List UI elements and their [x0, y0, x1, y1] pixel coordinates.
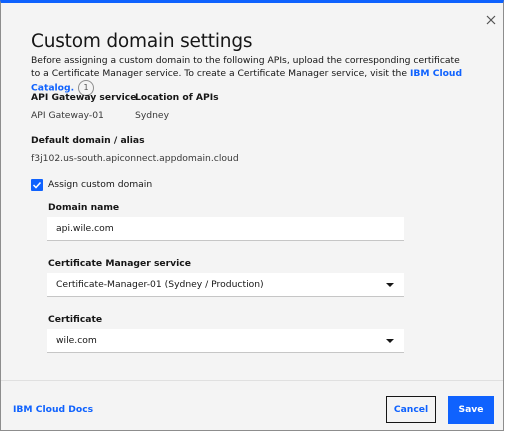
assign-custom-domain-checkbox[interactable]	[31, 179, 43, 191]
domain-name-label: Domain name	[48, 202, 120, 213]
save-button[interactable]: Save	[448, 396, 494, 424]
dialog-description: Before assigning a custom domain to the …	[31, 54, 471, 96]
dialog-footer: IBM Cloud Docs Cancel Save	[1, 380, 503, 430]
cert-manager-select[interactable]: Certificate-Manager-01 (Sydney / Product…	[47, 273, 404, 297]
close-icon[interactable]	[484, 14, 498, 28]
custom-domain-dialog: Custom domain settings Before assigning …	[0, 0, 504, 431]
chevron-down-icon	[386, 283, 394, 287]
default-domain-value: f3j102.us-south.apiconnect.appdomain.clo…	[31, 153, 239, 164]
certificate-value: wile.com	[56, 335, 97, 346]
location-value: Sydney	[135, 110, 170, 121]
assign-custom-domain-label[interactable]: Assign custom domain	[48, 179, 152, 190]
certificate-label: Certificate	[48, 314, 103, 325]
location-label: Location of APIs	[135, 92, 219, 103]
certificate-select[interactable]: wile.com	[47, 329, 404, 353]
chevron-down-icon	[386, 339, 394, 343]
cert-manager-value: Certificate-Manager-01 (Sydney / Product…	[56, 279, 264, 290]
gateway-label: API Gateway service	[31, 92, 137, 103]
ibm-cloud-docs-link[interactable]: IBM Cloud Docs	[13, 404, 93, 415]
dialog-title: Custom domain settings	[31, 31, 253, 52]
description-text: Before assigning a custom domain to the …	[31, 55, 460, 79]
domain-name-value: api.wile.com	[56, 223, 114, 234]
default-domain-label: Default domain / alias	[31, 135, 145, 146]
cert-manager-label: Certificate Manager service	[48, 258, 191, 269]
checkmark-icon	[32, 181, 42, 189]
gateway-value: API Gateway-01	[31, 110, 104, 121]
domain-name-input[interactable]: api.wile.com	[47, 217, 404, 241]
cancel-button[interactable]: Cancel	[386, 396, 436, 423]
